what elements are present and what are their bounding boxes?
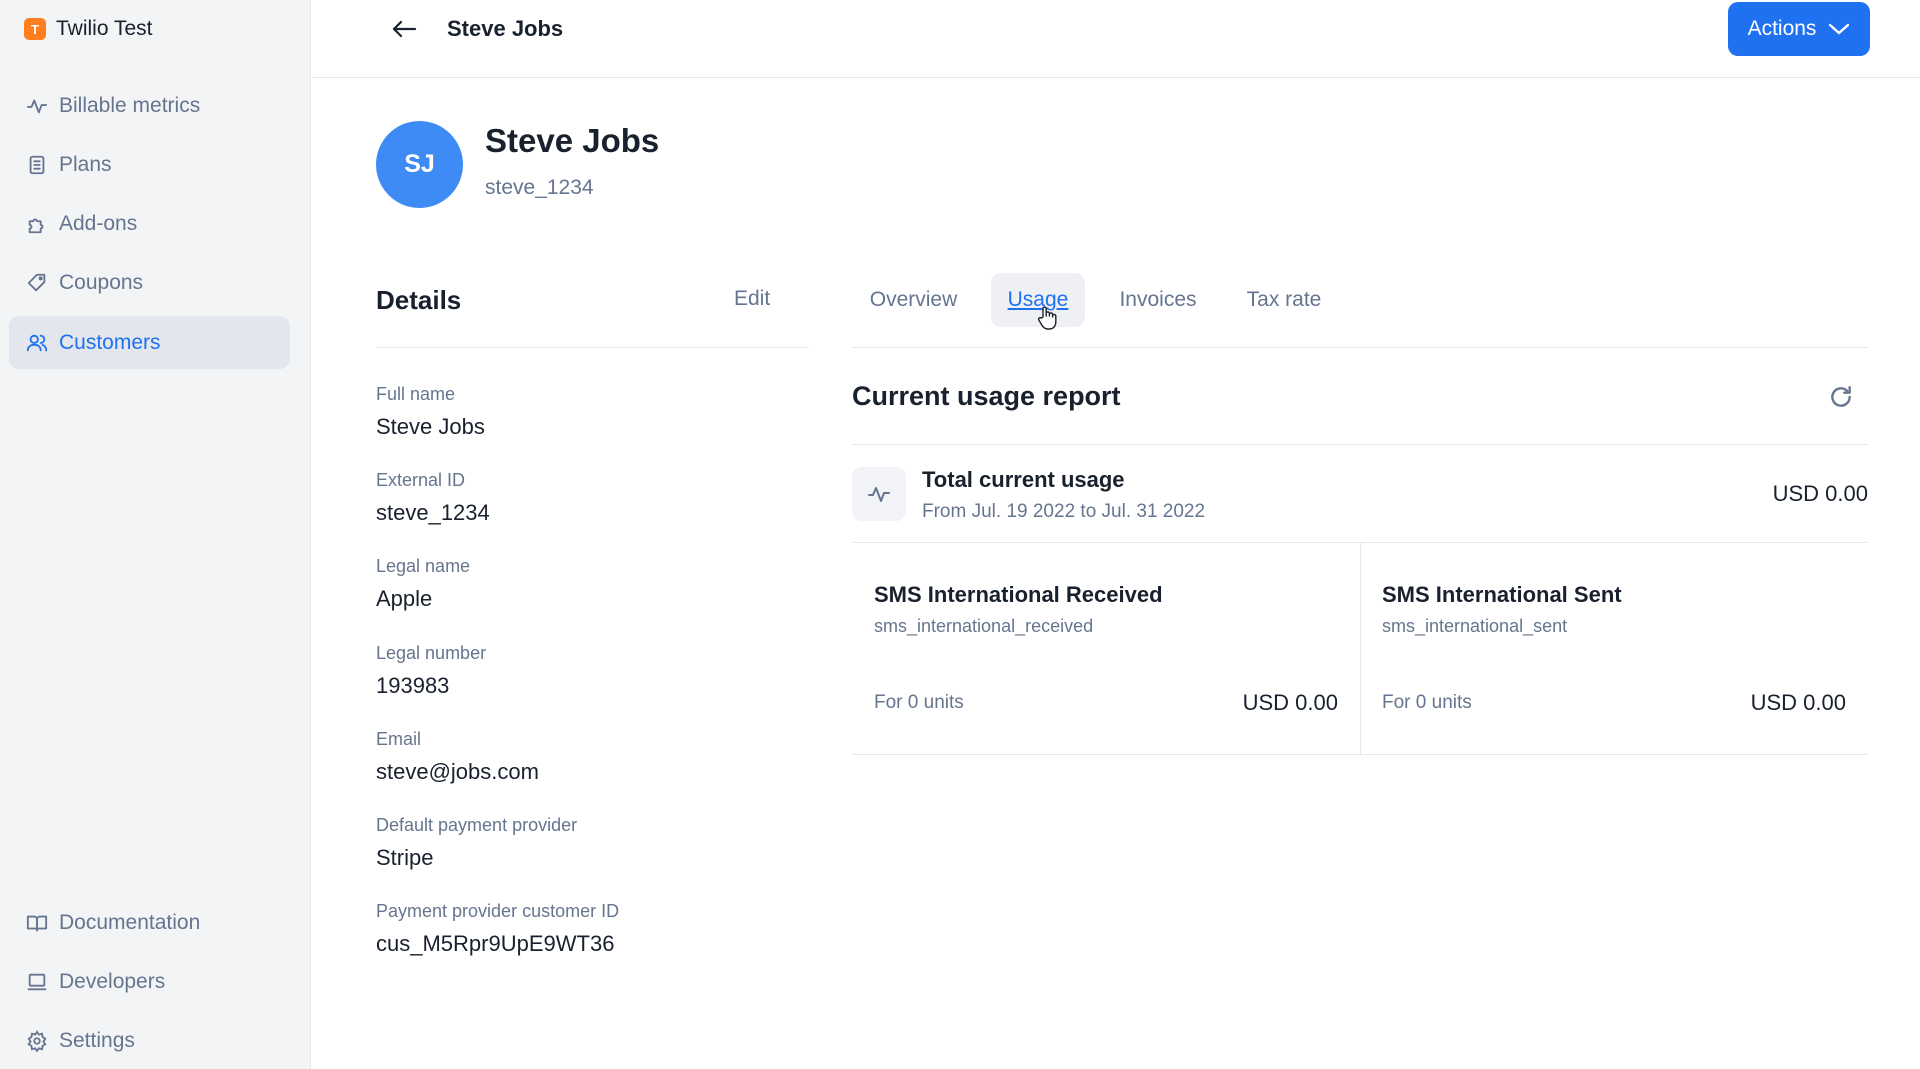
org-logo: T — [24, 18, 46, 40]
metric-name: SMS International Sent — [1382, 582, 1622, 607]
details-heading: Details — [376, 285, 462, 315]
sidebar-item-label: Billable metrics — [59, 93, 201, 117]
tag-icon — [25, 271, 49, 295]
sidebar-item-label: Coupons — [59, 270, 144, 294]
metric-name: SMS International Received — [874, 582, 1163, 607]
sidebar-item-settings[interactable]: Settings — [9, 1014, 290, 1067]
field-label-payment-provider: Default payment provider — [376, 815, 578, 835]
sidebar-item-label: Add-ons — [59, 211, 138, 235]
refresh-icon — [1831, 386, 1851, 407]
pulse-icon — [868, 487, 890, 502]
total-usage-period: From Jul. 19 2022 to Jul. 31 2022 — [922, 501, 1206, 522]
divider — [376, 347, 809, 348]
laptop-icon — [25, 970, 49, 994]
metric-code: sms_international_received — [874, 616, 1094, 636]
field-value-external-id: steve_1234 — [376, 500, 490, 525]
arrow-left-icon — [392, 20, 417, 38]
sidebar-item-label: Plans — [59, 152, 112, 176]
divider — [852, 754, 1868, 755]
divider — [1360, 542, 1361, 754]
organization-switcher[interactable]: T Twilio Test — [24, 14, 152, 44]
metric-units: For 0 units — [1382, 692, 1472, 713]
field-value-legal-name: Apple — [376, 586, 433, 611]
customer-external-id: steve_1234 — [485, 176, 594, 199]
sidebar-item-plans[interactable]: Plans — [9, 138, 290, 191]
sidebar-item-developers[interactable]: Developers — [9, 955, 290, 1008]
clipboard-icon — [25, 153, 49, 177]
chevron-down-icon — [1829, 23, 1850, 35]
tab-invoices[interactable]: Invoices — [1108, 273, 1208, 327]
sidebar-item-billable-metrics[interactable]: Billable metrics — [9, 79, 290, 132]
pulse-icon — [25, 94, 49, 118]
sidebar-item-label: Customers — [59, 330, 161, 354]
metric-amount: USD 0.00 — [1242, 690, 1338, 715]
field-label-external-id: External ID — [376, 470, 466, 490]
field-value-payment-provider: Stripe — [376, 845, 434, 870]
actions-button[interactable]: Actions — [1728, 2, 1870, 56]
back-button[interactable] — [386, 14, 422, 44]
divider — [852, 444, 1868, 445]
sidebar-item-label: Settings — [59, 1028, 135, 1052]
users-icon — [25, 331, 49, 355]
actions-label: Actions — [1747, 17, 1817, 40]
sidebar: T Twilio Test Billable metrics Plans Add… — [0, 0, 311, 1069]
sidebar-item-add-ons[interactable]: Add-ons — [9, 197, 290, 250]
avatar: SJ — [376, 121, 463, 208]
org-name: Twilio Test — [56, 17, 153, 40]
field-value-provider-customer-id: cus_M5Rpr9UpE9WT36 — [376, 931, 615, 956]
metric-code: sms_international_sent — [1382, 616, 1568, 636]
book-icon — [25, 911, 49, 935]
gear-icon — [25, 1029, 49, 1053]
field-label-legal-number: Legal number — [376, 643, 487, 663]
page-title: Steve Jobs — [447, 16, 564, 41]
refresh-button[interactable] — [1826, 382, 1856, 412]
usage-report-title: Current usage report — [852, 381, 1121, 411]
field-value-full-name: Steve Jobs — [376, 414, 485, 439]
customer-name: Steve Jobs — [485, 122, 660, 159]
field-value-legal-number: 193983 — [376, 673, 450, 698]
sidebar-item-documentation[interactable]: Documentation — [9, 896, 290, 949]
usage-icon-tile — [852, 467, 906, 521]
sidebar-item-coupons[interactable]: Coupons — [9, 256, 290, 309]
field-label-provider-customer-id: Payment provider customer ID — [376, 901, 620, 921]
edit-details-button[interactable]: Edit — [734, 287, 770, 311]
tab-tax-rate[interactable]: Tax rate — [1236, 273, 1332, 327]
sidebar-item-label: Documentation — [59, 910, 201, 934]
sidebar-item-customers[interactable]: Customers — [9, 316, 290, 369]
metric-amount: USD 0.00 — [1750, 690, 1846, 715]
tab-overview[interactable]: Overview — [857, 273, 970, 327]
top-bar: Steve Jobs Actions — [312, 0, 1920, 78]
sidebar-item-label: Developers — [59, 969, 166, 993]
total-usage-title: Total current usage — [922, 467, 1125, 492]
divider — [852, 347, 1868, 348]
field-value-email: steve@jobs.com — [376, 759, 539, 784]
hand-cursor-icon — [1037, 306, 1057, 330]
metric-units: For 0 units — [874, 692, 964, 713]
field-label-email: Email — [376, 729, 422, 749]
field-label-legal-name: Legal name — [376, 556, 471, 576]
field-label-full-name: Full name — [376, 384, 456, 404]
puzzle-icon — [25, 212, 49, 236]
total-usage-amount: USD 0.00 — [1772, 481, 1868, 506]
